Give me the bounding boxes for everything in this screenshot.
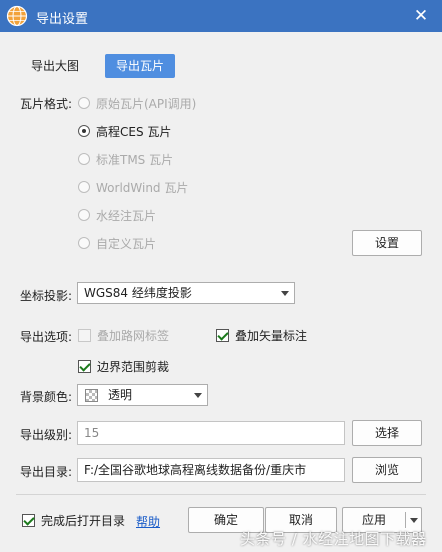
- radio-label: 高程CES 瓦片: [96, 124, 172, 139]
- export-directory-label: 导出目录:: [20, 465, 73, 479]
- export-level-label: 导出级别:: [20, 428, 73, 442]
- radio-ces-tiles[interactable]: 高程CES 瓦片: [78, 122, 171, 140]
- open-after-text: 完成后打开目录: [41, 513, 126, 528]
- title-bar: 导出设置 ✕: [0, 0, 442, 32]
- export-level-field[interactable]: 15: [77, 421, 345, 445]
- tile-format-label: 瓦片格式:: [20, 97, 73, 111]
- radio-raw-tiles[interactable]: 原始瓦片(API调用): [78, 94, 196, 112]
- close-icon[interactable]: ✕: [410, 5, 432, 27]
- tab-export-tiles[interactable]: 导出瓦片: [105, 54, 175, 78]
- road-labels-text: 叠加路网标签: [97, 328, 170, 343]
- chevron-down-icon: [281, 291, 289, 296]
- radio-button[interactable]: [78, 125, 90, 137]
- radio-button[interactable]: [78, 97, 90, 109]
- clip-boundary-checkbox[interactable]: [78, 359, 91, 373]
- vector-labels-text: 叠加矢量标注: [235, 328, 308, 343]
- chevron-down-icon: [194, 393, 202, 398]
- background-color-value: 透明: [108, 388, 133, 402]
- open-after-checkbox-row[interactable]: 完成后打开目录: [22, 511, 125, 529]
- radio-custom-tiles[interactable]: 自定义瓦片: [78, 234, 156, 252]
- tab-export-image[interactable]: 导出大图: [20, 54, 90, 78]
- background-color-label: 背景颜色:: [20, 390, 73, 404]
- settings-button[interactable]: 设置: [352, 230, 422, 256]
- vector-labels-checkbox[interactable]: [216, 328, 229, 342]
- export-directory-field[interactable]: F:/全国谷歌地球高程离线数据备份/重庆市: [77, 458, 345, 482]
- background-color-select[interactable]: 透明: [77, 384, 208, 406]
- watermark-text: 头条号 / 水经注地图下载器: [240, 530, 427, 548]
- radio-button[interactable]: [78, 237, 90, 249]
- select-level-button[interactable]: 选择: [352, 420, 422, 446]
- transparent-swatch-icon: [85, 389, 98, 402]
- radio-tms-tiles[interactable]: 标准TMS 瓦片: [78, 150, 173, 168]
- radio-shuijingzhu-tiles[interactable]: 水经注瓦片: [78, 206, 156, 224]
- open-after-checkbox[interactable]: [22, 513, 35, 527]
- projection-label: 坐标投影:: [20, 289, 73, 303]
- export-options-label: 导出选项:: [20, 330, 73, 344]
- window-title: 导出设置: [36, 12, 89, 27]
- footer-divider: [16, 494, 426, 495]
- browse-button[interactable]: 浏览: [352, 457, 422, 483]
- road-labels-checkbox-row[interactable]: 叠加路网标签: [78, 326, 169, 344]
- radio-label: 自定义瓦片: [96, 236, 157, 251]
- projection-select[interactable]: WGS84 经纬度投影: [77, 282, 295, 304]
- radio-button[interactable]: [78, 209, 90, 221]
- vector-labels-checkbox-row[interactable]: 叠加矢量标注: [216, 326, 307, 344]
- radio-label: 标准TMS 瓦片: [96, 152, 174, 167]
- radio-button[interactable]: [78, 153, 90, 165]
- radio-label: 水经注瓦片: [96, 208, 157, 223]
- radio-label: 原始瓦片(API调用): [96, 96, 197, 111]
- help-link[interactable]: 帮助: [136, 513, 160, 530]
- clip-boundary-text: 边界范围剪裁: [97, 359, 170, 374]
- road-labels-checkbox[interactable]: [78, 328, 91, 342]
- globe-app-icon: [6, 5, 28, 27]
- radio-label: WorldWind 瓦片: [96, 180, 189, 195]
- radio-worldwind-tiles[interactable]: WorldWind 瓦片: [78, 178, 188, 196]
- clip-boundary-checkbox-row[interactable]: 边界范围剪裁: [78, 357, 169, 375]
- projection-value: WGS84 经纬度投影: [84, 286, 192, 300]
- radio-button[interactable]: [78, 181, 90, 193]
